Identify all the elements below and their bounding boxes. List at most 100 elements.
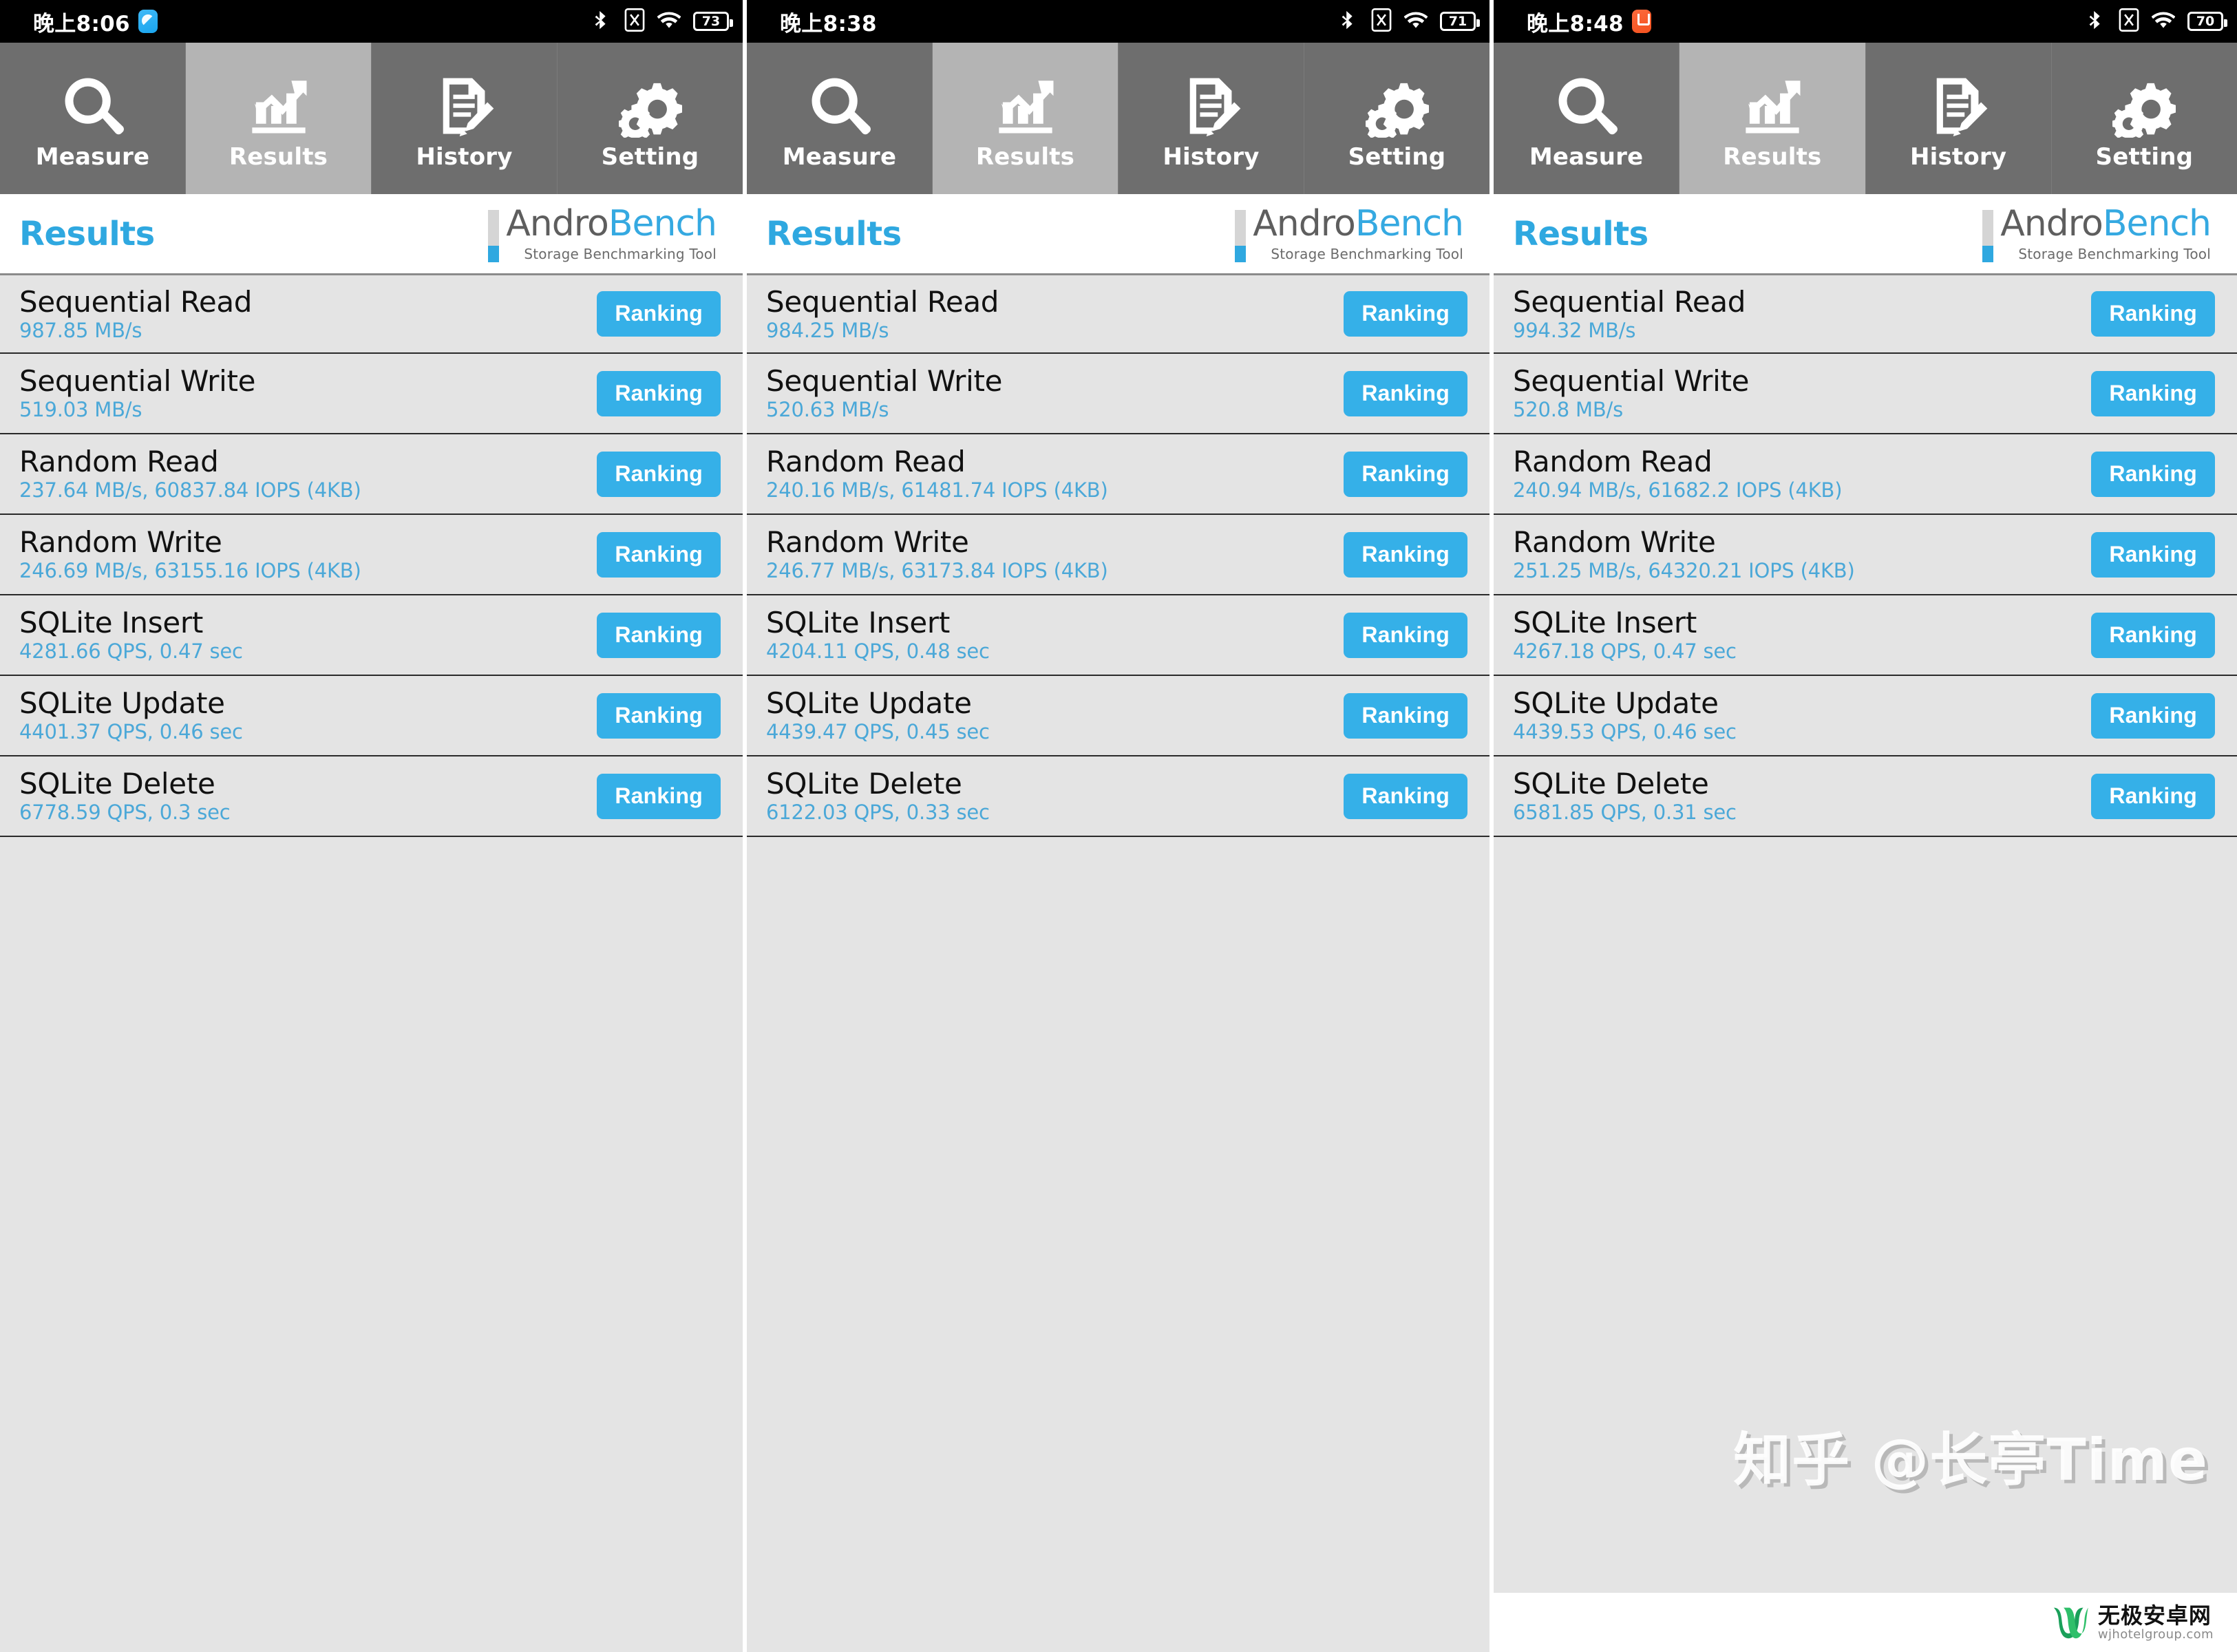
wifi-icon: [657, 10, 681, 33]
result-row: SQLite Delete 6778.59 QPS, 0.3 sec Ranking: [0, 756, 743, 837]
result-value: 4204.11 QPS, 0.48 sec: [766, 639, 990, 664]
result-row: Random Read 240.16 MB/s, 61481.74 IOPS (4…: [747, 434, 1489, 515]
result-value: 237.64 MB/s, 60837.84 IOPS (4KB): [19, 478, 361, 502]
notification-badge-icon: [1631, 10, 1651, 33]
tab-setting[interactable]: Setting: [558, 43, 743, 194]
ranking-button[interactable]: Ranking: [1344, 773, 1467, 819]
ranking-button[interactable]: Ranking: [597, 612, 721, 658]
tab-label: History: [1909, 143, 2007, 171]
site-url: wjhotelgroup.com: [2097, 1627, 2214, 1642]
tab-measure[interactable]: Measure: [747, 43, 933, 194]
ranking-button[interactable]: Ranking: [1344, 612, 1467, 658]
ranking-button[interactable]: Ranking: [1344, 451, 1467, 497]
phone-screenshot-2: 晚上8:38 71 Measure Results History Setting Resu…: [747, 0, 1494, 1652]
ranking-button[interactable]: Ranking: [597, 692, 721, 739]
sim-x-icon: [1371, 8, 1392, 34]
ranking-button[interactable]: Ranking: [1344, 692, 1467, 739]
ranking-button[interactable]: Ranking: [2091, 531, 2215, 578]
tab-label: Measure: [782, 143, 897, 171]
ranking-button[interactable]: Ranking: [597, 531, 721, 578]
results-header: Results AndroBench Storage Benchmarking To…: [747, 194, 1489, 273]
ranking-button[interactable]: Ranking: [2091, 370, 2215, 416]
androbench-logo: AndroBench Storage Benchmarking Tool: [488, 206, 717, 262]
result-row: Sequential Read 994.32 MB/s Ranking: [1494, 273, 2237, 354]
result-label: Random Read: [19, 445, 219, 479]
tab-results[interactable]: Results: [186, 43, 372, 194]
search-icon: [808, 66, 871, 138]
tab-history[interactable]: History: [1865, 43, 2052, 194]
status-clock: 晚上8:38: [780, 11, 877, 36]
chart-icon: [994, 66, 1057, 138]
chart-icon: [1741, 66, 1804, 138]
ranking-button[interactable]: Ranking: [2091, 291, 2215, 337]
result-label: SQLite Delete: [766, 767, 962, 801]
phone-screenshot-3: 晚上8:48 70 Measure Results History Setting Resu…: [1494, 0, 2237, 1652]
logo-subtitle: Storage Benchmarking Tool: [524, 245, 717, 262]
site-watermark: 无极安卓网 wjhotelgroup.com: [1494, 1593, 2237, 1652]
results-header: Results AndroBench Storage Benchmarking To…: [1494, 194, 2237, 273]
battery-icon: 73: [693, 12, 733, 31]
bottom-nav-tabbar: Measure Results History Setting: [747, 43, 1489, 194]
result-value: 520.8 MB/s: [1513, 398, 1624, 422]
tab-label: Measure: [1529, 143, 1644, 171]
result-row: SQLite Insert 4267.18 QPS, 0.47 sec Rankin…: [1494, 595, 2237, 676]
ranking-button[interactable]: Ranking: [597, 773, 721, 819]
status-icons: 70: [2086, 8, 2227, 34]
result-value: 6581.85 QPS, 0.31 sec: [1513, 801, 1737, 825]
ranking-button[interactable]: Ranking: [1344, 370, 1467, 416]
androbench-logo: AndroBench Storage Benchmarking Tool: [1235, 206, 1464, 262]
result-row: Random Write 251.25 MB/s, 64320.21 IOPS (…: [1494, 515, 2237, 595]
ranking-button[interactable]: Ranking: [1344, 291, 1467, 337]
logo-primary: Andro: [506, 202, 609, 244]
site-name: 无极安卓网: [2097, 1602, 2212, 1629]
zhihu-watermark: 知乎 @长亭Time: [1733, 1426, 2208, 1494]
result-value: 4281.66 QPS, 0.47 sec: [19, 639, 243, 664]
result-label: Random Write: [766, 525, 969, 560]
result-row: SQLite Insert 4281.66 QPS, 0.47 sec Rankin…: [0, 595, 743, 676]
document-pencil-icon: [433, 66, 496, 138]
result-value: 519.03 MB/s: [19, 398, 142, 422]
tab-history[interactable]: History: [372, 43, 558, 194]
result-row: SQLite Update 4439.47 QPS, 0.45 sec Rankin…: [747, 676, 1489, 756]
result-label: SQLite Insert: [1513, 606, 1697, 640]
result-value: 4267.18 QPS, 0.47 sec: [1513, 639, 1737, 664]
ranking-button[interactable]: Ranking: [597, 370, 721, 416]
gears-icon: [2112, 66, 2176, 138]
result-row: Random Write 246.77 MB/s, 63173.84 IOPS (…: [747, 515, 1489, 595]
result-value: 6778.59 QPS, 0.3 sec: [19, 801, 231, 825]
ranking-button[interactable]: Ranking: [1344, 531, 1467, 578]
ranking-button[interactable]: Ranking: [597, 451, 721, 497]
tab-setting[interactable]: Setting: [2051, 43, 2237, 194]
tab-measure[interactable]: Measure: [0, 43, 186, 194]
result-label: Random Read: [1513, 445, 1713, 479]
result-value: 4439.47 QPS, 0.45 sec: [766, 720, 990, 744]
bottom-nav-tabbar: Measure Results History Setting: [0, 43, 743, 194]
ranking-button[interactable]: Ranking: [2091, 692, 2215, 739]
result-label: SQLite Insert: [766, 606, 951, 640]
tab-label: Results: [975, 143, 1075, 171]
tab-setting[interactable]: Setting: [1304, 43, 1489, 194]
tab-results[interactable]: Results: [933, 43, 1118, 194]
bluetooth-icon: [2086, 11, 2106, 32]
ranking-button[interactable]: Ranking: [2091, 773, 2215, 819]
results-list: Sequential Read 984.25 MB/s Ranking Sequent…: [747, 273, 1489, 837]
result-label: Sequential Write: [1513, 364, 1750, 399]
results-list: Sequential Read 994.32 MB/s Ranking Sequent…: [1494, 273, 2237, 837]
result-label: Random Read: [766, 445, 966, 479]
ranking-button[interactable]: Ranking: [2091, 612, 2215, 658]
result-label: Random Write: [19, 525, 222, 560]
tab-measure[interactable]: Measure: [1494, 43, 1680, 194]
notification-badge-icon: [138, 10, 158, 33]
result-value: 6122.03 QPS, 0.33 sec: [766, 801, 990, 825]
tab-label: History: [416, 143, 513, 171]
wifi-icon: [2152, 10, 2175, 33]
tab-label: Measure: [35, 143, 150, 171]
ranking-button[interactable]: Ranking: [2091, 451, 2215, 497]
tab-results[interactable]: Results: [1679, 43, 1866, 194]
bluetooth-icon: [1338, 11, 1359, 32]
ranking-button[interactable]: Ranking: [597, 291, 721, 337]
status-bar: 晚上8:48 70: [1494, 0, 2237, 43]
status-bar: 晚上8:38 71: [747, 0, 1489, 43]
tab-history[interactable]: History: [1118, 43, 1304, 194]
result-label: Random Write: [1513, 525, 1716, 560]
